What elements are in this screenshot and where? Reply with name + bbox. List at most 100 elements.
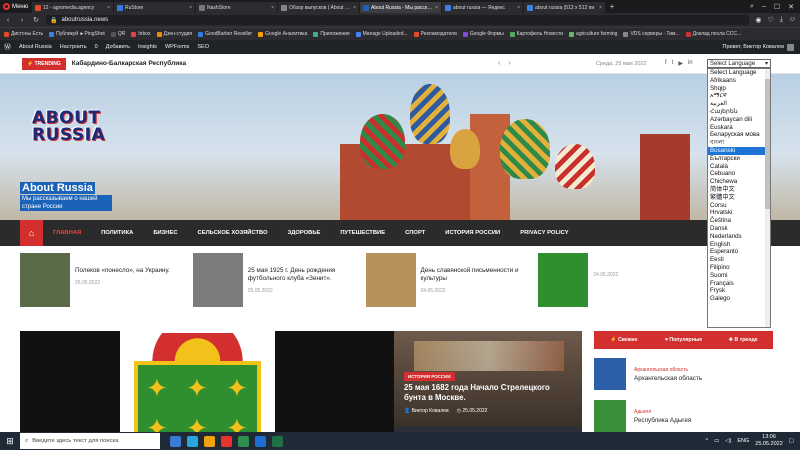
task-view-icon[interactable]	[170, 435, 181, 447]
bookmark-item[interactable]: Manage Uploaded...	[355, 31, 408, 37]
taskbar-clock[interactable]: 13:06 25.05.2022	[755, 434, 783, 448]
sidebar-tab[interactable]: ✚ В тренде	[713, 337, 773, 343]
trending-headline[interactable]: Кабардино-Балкарская Республика	[72, 60, 186, 67]
news-thumbnail[interactable]	[20, 253, 70, 307]
news-thumbnail[interactable]	[365, 253, 416, 307]
language-option[interactable]: Català	[708, 163, 770, 171]
bookmark-item[interactable]: Дзен-студия	[156, 31, 192, 37]
forward-icon[interactable]: ›	[18, 17, 26, 24]
maximize-icon[interactable]: ☐	[774, 3, 780, 11]
bookmark-item[interactable]: Google Формы	[462, 31, 504, 37]
sidebar-tab[interactable]: ♥ Популярные	[654, 337, 714, 343]
telegram-icon[interactable]	[187, 435, 198, 447]
bookmark-item[interactable]: QR	[110, 31, 125, 37]
volume-icon[interactable]: ◁)	[725, 438, 731, 444]
sidebar-title[interactable]: Республика Адыгея	[634, 417, 691, 424]
home-icon[interactable]: ⌂	[20, 220, 43, 246]
bookmark-item[interactable]: Inbox	[131, 31, 151, 37]
language-option[interactable]: Afrikaans	[708, 77, 770, 85]
language-option[interactable]: Hrvatski	[708, 209, 770, 217]
browser-tab[interactable]: About Russia - Мы расскаж ×	[360, 2, 442, 13]
language-option[interactable]: Български	[708, 155, 770, 163]
featured-story-card[interactable]: ИСТОРИЯ РОССИИ 25 мая 1682 года Начало С…	[394, 331, 582, 426]
trending-prev-icon[interactable]: ‹	[498, 60, 500, 67]
sidebar-tab[interactable]: ⚡ Свежие	[594, 337, 654, 343]
language-select[interactable]: Select Language ▾	[707, 59, 771, 68]
tab-close-icon[interactable]: ×	[189, 5, 192, 11]
language-option[interactable]: Shqip	[708, 85, 770, 93]
excel-icon[interactable]	[272, 435, 283, 447]
language-option[interactable]: বাংলা	[708, 139, 770, 147]
language-option[interactable]: Français	[708, 280, 770, 288]
wp-admin-item[interactable]: Добавить	[106, 44, 130, 50]
bookmark-item[interactable]: Доклад посла ССС...	[685, 31, 741, 37]
nav-item[interactable]: ГЛАВНАЯ	[43, 230, 91, 236]
browser-tab[interactable]: about russia (512 x 512 пи ×	[524, 2, 606, 13]
tray-arrow-icon[interactable]: ^	[705, 438, 708, 444]
language-option[interactable]: Čeština	[708, 217, 770, 225]
language-option[interactable]: 繁體中文	[708, 194, 770, 202]
input-language[interactable]: ENG	[737, 438, 749, 444]
nav-item[interactable]: ПУТЕШЕСТВИЕ	[330, 230, 395, 236]
tab-close-icon[interactable]: ×	[271, 5, 274, 11]
nav-item[interactable]: СПОРТ	[395, 230, 435, 236]
sidebar-thumbnail[interactable]	[594, 358, 626, 390]
bookmark-item[interactable]: Рекламодатели	[413, 31, 457, 37]
browser-tab[interactable]: NashStore ×	[196, 2, 278, 13]
language-option[interactable]: 简体中文	[708, 186, 770, 194]
news-thumbnail[interactable]	[538, 253, 589, 307]
bookmark-item[interactable]: agriculture farming	[569, 31, 617, 37]
minimize-icon[interactable]: –	[762, 3, 766, 11]
camera-icon[interactable]: ◉	[755, 16, 761, 24]
heart-icon[interactable]: ♡	[767, 16, 773, 24]
network-icon[interactable]: ▭	[714, 438, 719, 444]
nav-item[interactable]: БИЗНЕС	[143, 230, 187, 236]
search-tabs-icon[interactable]: ⌕	[750, 3, 754, 11]
news-title[interactable]: 25 мая 1925 г. День рождения футбольного…	[248, 267, 360, 283]
opera-taskbar-icon[interactable]	[221, 435, 232, 447]
language-scrollbar-thumb[interactable]	[765, 79, 770, 209]
url-field[interactable]: 🔒 aboutrussia.news	[46, 15, 750, 25]
bookmark-item[interactable]: Google Аналитика	[258, 31, 307, 37]
app-icon[interactable]	[238, 435, 249, 447]
language-option[interactable]: አማርኛ	[708, 92, 770, 100]
notifications-icon[interactable]: ▢	[789, 438, 794, 444]
sidebar-post[interactable]: Адыгея Республика Адыгея	[594, 398, 773, 434]
language-option[interactable]: Հայերեն	[708, 108, 770, 116]
language-option[interactable]: Corsu	[708, 202, 770, 210]
wp-user-menu[interactable]: Привет, Виктор Ковалев	[723, 43, 800, 51]
browser-tab[interactable]: Обзор выпусков | About Ru ×	[278, 2, 360, 13]
language-option[interactable]: Euskara	[708, 124, 770, 132]
nav-item[interactable]: ИСТОРИЯ РОССИИ	[435, 230, 510, 236]
tab-close-icon[interactable]: ×	[353, 5, 356, 11]
news-card[interactable]: 24.05.2022	[538, 253, 705, 311]
site-logo[interactable]: ABOUT RUSSIA	[32, 110, 105, 144]
wp-admin-item[interactable]: Insights	[138, 44, 157, 50]
bookmark-item[interactable]: Приложения	[313, 31, 350, 37]
wordpress-icon[interactable]: Ⓦ	[4, 42, 11, 52]
news-title[interactable]: Полеков «понесло», на Украину.	[75, 267, 170, 275]
sidebar-post[interactable]: Архангельская область Архангельская облас…	[594, 356, 773, 392]
sidebar-category[interactable]: Адыгея	[634, 409, 691, 415]
browser-tab[interactable]: RuStore ×	[114, 2, 196, 13]
wp-admin-item[interactable]: 0	[95, 44, 98, 50]
language-option[interactable]: Dansk	[708, 225, 770, 233]
news-thumbnail[interactable]	[192, 253, 243, 307]
news-card[interactable]: День славянской письменности и культуры 2…	[365, 253, 533, 311]
nav-item[interactable]: PRIVACY POLICY	[510, 230, 578, 236]
language-option[interactable]: Suomi	[708, 272, 770, 280]
sidebar-category[interactable]: Архангельская область	[634, 367, 702, 373]
back-icon[interactable]: ‹	[4, 17, 12, 24]
browser-menu-button[interactable]: Меню	[0, 0, 32, 13]
language-option[interactable]: Eesti	[708, 256, 770, 264]
twitter-icon[interactable]: t	[672, 60, 674, 67]
news-card[interactable]: Полеков «понесло», на Украину. 25.05.2022	[20, 253, 187, 311]
site-title[interactable]: About Russia	[20, 182, 95, 194]
download-icon[interactable]: ⤓	[780, 16, 783, 24]
tab-close-icon[interactable]: ×	[599, 5, 602, 11]
profile-icon[interactable]: ☺	[789, 16, 796, 24]
wp-admin-item[interactable]: Настроить	[60, 44, 87, 50]
language-option[interactable]: Cebuano	[708, 170, 770, 178]
browser-tab[interactable]: 12 - agromedia.agency ×	[32, 2, 114, 13]
language-option[interactable]: العربية	[708, 100, 770, 108]
